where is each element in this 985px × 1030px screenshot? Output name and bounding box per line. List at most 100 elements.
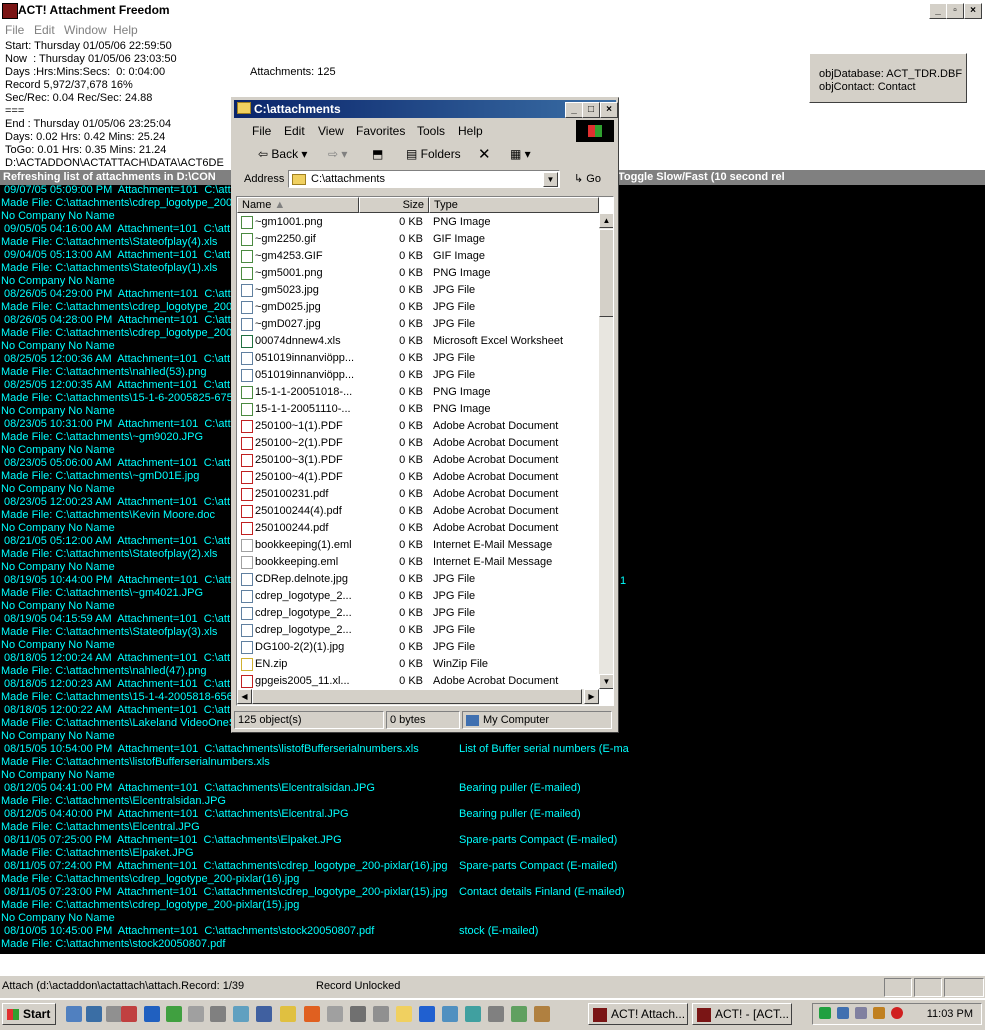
explorer-menu-view[interactable]: View — [318, 124, 344, 138]
file-list[interactable]: Name ▲ Size Type ~gm1001.png 0 KB PNG Imag… — [236, 196, 614, 706]
file-row[interactable]: gpgeis2005_11.xl... 0 KB Adobe Acrobat Doc… — [237, 673, 599, 690]
scroll-down-button[interactable]: ▼ — [599, 674, 613, 689]
quicklaunch-ie-icon[interactable] — [419, 1006, 435, 1022]
explorer-menu-file[interactable]: File — [252, 124, 271, 138]
file-row[interactable]: bookkeeping.eml 0 KB Internet E-Mail Messa… — [237, 554, 599, 571]
file-row[interactable]: CDRep.delnote.jpg 0 KB JPG File — [237, 571, 599, 588]
back-button[interactable]: ⇦ Back ▾ — [258, 147, 307, 167]
column-name[interactable]: Name ▲ — [237, 197, 359, 213]
restore-button[interactable]: ▫ — [946, 3, 964, 19]
explorer-title-bar[interactable]: C:\attachments _ □ × — [234, 100, 618, 118]
task-act-main[interactable]: ACT! - [ACT... — [692, 1003, 792, 1025]
file-row[interactable]: 250100~3(1).PDF 0 KB Adobe Acrobat Documen… — [237, 452, 599, 469]
quicklaunch-open-folder-icon[interactable] — [396, 1006, 412, 1022]
file-row[interactable]: ~gmD027.jpg 0 KB JPG File — [237, 316, 599, 333]
quicklaunch-utility-icon[interactable] — [511, 1006, 527, 1022]
horizontal-scrollbar[interactable]: ◀ ▶ — [237, 689, 599, 705]
file-row[interactable]: 051019innanviöpp... 0 KB JPG File — [237, 350, 599, 367]
file-row[interactable]: ~gm5023.jpg 0 KB JPG File — [237, 282, 599, 299]
file-row[interactable]: 250100244.pdf 0 KB Adobe Acrobat Document — [237, 520, 599, 537]
up-folder-button[interactable]: ⬒ — [372, 147, 383, 167]
tray-app-icon[interactable] — [873, 1007, 885, 1019]
file-row[interactable]: cdrep_logotype_2... 0 KB JPG File — [237, 622, 599, 639]
close-button[interactable]: × — [964, 3, 982, 19]
address-input[interactable]: C:\attachments ▼ — [288, 170, 560, 188]
file-row[interactable]: bookkeeping(1).eml 0 KB Internet E-Mail Me… — [237, 537, 599, 554]
quicklaunch-computer-icon[interactable] — [256, 1006, 272, 1022]
file-row[interactable]: 250100~1(1).PDF 0 KB Adobe Acrobat Documen… — [237, 418, 599, 435]
file-row[interactable]: 250100231.pdf 0 KB Adobe Acrobat Document — [237, 486, 599, 503]
quicklaunch-desktop-icon[interactable] — [66, 1006, 82, 1022]
toggle-speed-link[interactable]: Toggle Slow/Fast (10 second rel — [618, 171, 785, 183]
file-row[interactable]: 250100~4(1).PDF 0 KB Adobe Acrobat Documen… — [237, 469, 599, 486]
start-button[interactable]: Start — [2, 1003, 56, 1025]
scroll-thumb[interactable] — [599, 229, 613, 317]
file-row[interactable]: 15-1-1-20051018-... 0 KB PNG Image — [237, 384, 599, 401]
quicklaunch-network-icon[interactable] — [188, 1006, 204, 1022]
explorer-close-button[interactable]: × — [600, 102, 618, 118]
file-row[interactable]: 051019innanviöpp... 0 KB JPG File — [237, 367, 599, 384]
minimize-button[interactable]: _ — [929, 3, 947, 19]
object-info-panel: objDatabase: ACT_TDR.DBF objContact: Con… — [809, 53, 967, 103]
task-act-attach[interactable]: ACT! Attach... — [588, 1003, 688, 1025]
file-row[interactable]: 00074dnnew4.xls 0 KB Microsoft Excel Works… — [237, 333, 599, 350]
tray-arrows-icon[interactable] — [819, 1007, 831, 1019]
explorer-menu-edit[interactable]: Edit — [284, 124, 305, 138]
quicklaunch-monitor-icon[interactable] — [233, 1006, 249, 1022]
quicklaunch-tool-icon[interactable] — [166, 1006, 182, 1022]
views-button[interactable]: ▦ ▾ — [510, 147, 531, 167]
quicklaunch-explorer-icon[interactable] — [86, 1006, 102, 1022]
tray-monitor-icon[interactable] — [855, 1007, 867, 1019]
address-dropdown-button[interactable]: ▼ — [543, 172, 558, 187]
folders-button[interactable]: ▤ Folders — [406, 147, 461, 167]
tray-alert-icon[interactable] — [891, 1007, 903, 1019]
file-row[interactable]: 250100244(4).pdf 0 KB Adobe Acrobat Docume… — [237, 503, 599, 520]
menu-file[interactable]: File — [5, 23, 24, 37]
hscroll-thumb[interactable] — [252, 689, 582, 704]
explorer-menu-tools[interactable]: Tools — [417, 124, 445, 138]
forward-button[interactable]: ⇨ ▾ — [328, 147, 347, 167]
quicklaunch-disk-icon[interactable] — [350, 1006, 366, 1022]
quicklaunch-folder-icon[interactable] — [280, 1006, 296, 1022]
scroll-left-button[interactable]: ◀ — [237, 689, 252, 704]
explorer-maximize-button[interactable]: □ — [582, 102, 600, 118]
vertical-scrollbar[interactable]: ▲ ▼ — [599, 213, 613, 689]
column-size[interactable]: Size — [359, 197, 429, 213]
quicklaunch-app-icon[interactable] — [144, 1006, 160, 1022]
quicklaunch-edit-icon[interactable] — [210, 1006, 226, 1022]
file-row[interactable]: EN.zip 0 KB WinZip File — [237, 656, 599, 673]
quicklaunch-camera-icon[interactable] — [488, 1006, 504, 1022]
tray-network-icon[interactable] — [837, 1007, 849, 1019]
file-row[interactable]: ~gm5001.png 0 KB PNG Image — [237, 265, 599, 282]
file-row[interactable]: 15-1-1-20051110-... 0 KB PNG Image — [237, 401, 599, 418]
menu-help[interactable]: Help — [113, 23, 138, 37]
file-row[interactable]: ~gm2250.gif 0 KB GIF Image — [237, 231, 599, 248]
explorer-menu-favorites[interactable]: Favorites — [356, 124, 405, 138]
file-row[interactable]: ~gmD025.jpg 0 KB JPG File — [237, 299, 599, 316]
scroll-up-button[interactable]: ▲ — [599, 213, 613, 228]
quicklaunch-print-icon[interactable] — [373, 1006, 389, 1022]
quicklaunch-firefox-icon[interactable] — [304, 1006, 320, 1022]
menu-window[interactable]: Window — [64, 23, 107, 37]
file-row[interactable]: ~gm4253.GIF 0 KB GIF Image — [237, 248, 599, 265]
quicklaunch-package-icon[interactable] — [534, 1006, 550, 1022]
go-button[interactable]: ↳ Go — [574, 172, 601, 185]
quicklaunch-vc-icon[interactable] — [121, 1006, 137, 1022]
file-row[interactable]: cdrep_logotype_2... 0 KB JPG File — [237, 588, 599, 605]
file-row[interactable]: DG100-2(2)(1).jpg 0 KB JPG File — [237, 639, 599, 656]
menu-edit[interactable]: Edit — [34, 23, 55, 37]
file-row[interactable]: ~gm1001.png 0 KB PNG Image — [237, 214, 599, 231]
quicklaunch-media-icon[interactable] — [465, 1006, 481, 1022]
file-row[interactable]: cdrep_logotype_2... 0 KB JPG File — [237, 605, 599, 622]
quicklaunch-network2-icon[interactable] — [442, 1006, 458, 1022]
column-type[interactable]: Type — [429, 197, 599, 213]
scroll-right-button[interactable]: ▶ — [584, 689, 599, 704]
delete-button[interactable]: ✕ — [478, 145, 491, 165]
explorer-menu-help[interactable]: Help — [458, 124, 483, 138]
quicklaunch-drive-icon[interactable] — [327, 1006, 343, 1022]
main-title-bar[interactable]: ACT! Attachment Freedom _ ▫ × — [0, 0, 985, 20]
explorer-window[interactable]: C:\attachments _ □ × File Edit View Favo… — [231, 97, 619, 733]
file-row[interactable]: 250100~2(1).PDF 0 KB Adobe Acrobat Documen… — [237, 435, 599, 452]
explorer-minimize-button[interactable]: _ — [565, 102, 583, 118]
quicklaunch-settings-icon[interactable] — [106, 1006, 122, 1022]
